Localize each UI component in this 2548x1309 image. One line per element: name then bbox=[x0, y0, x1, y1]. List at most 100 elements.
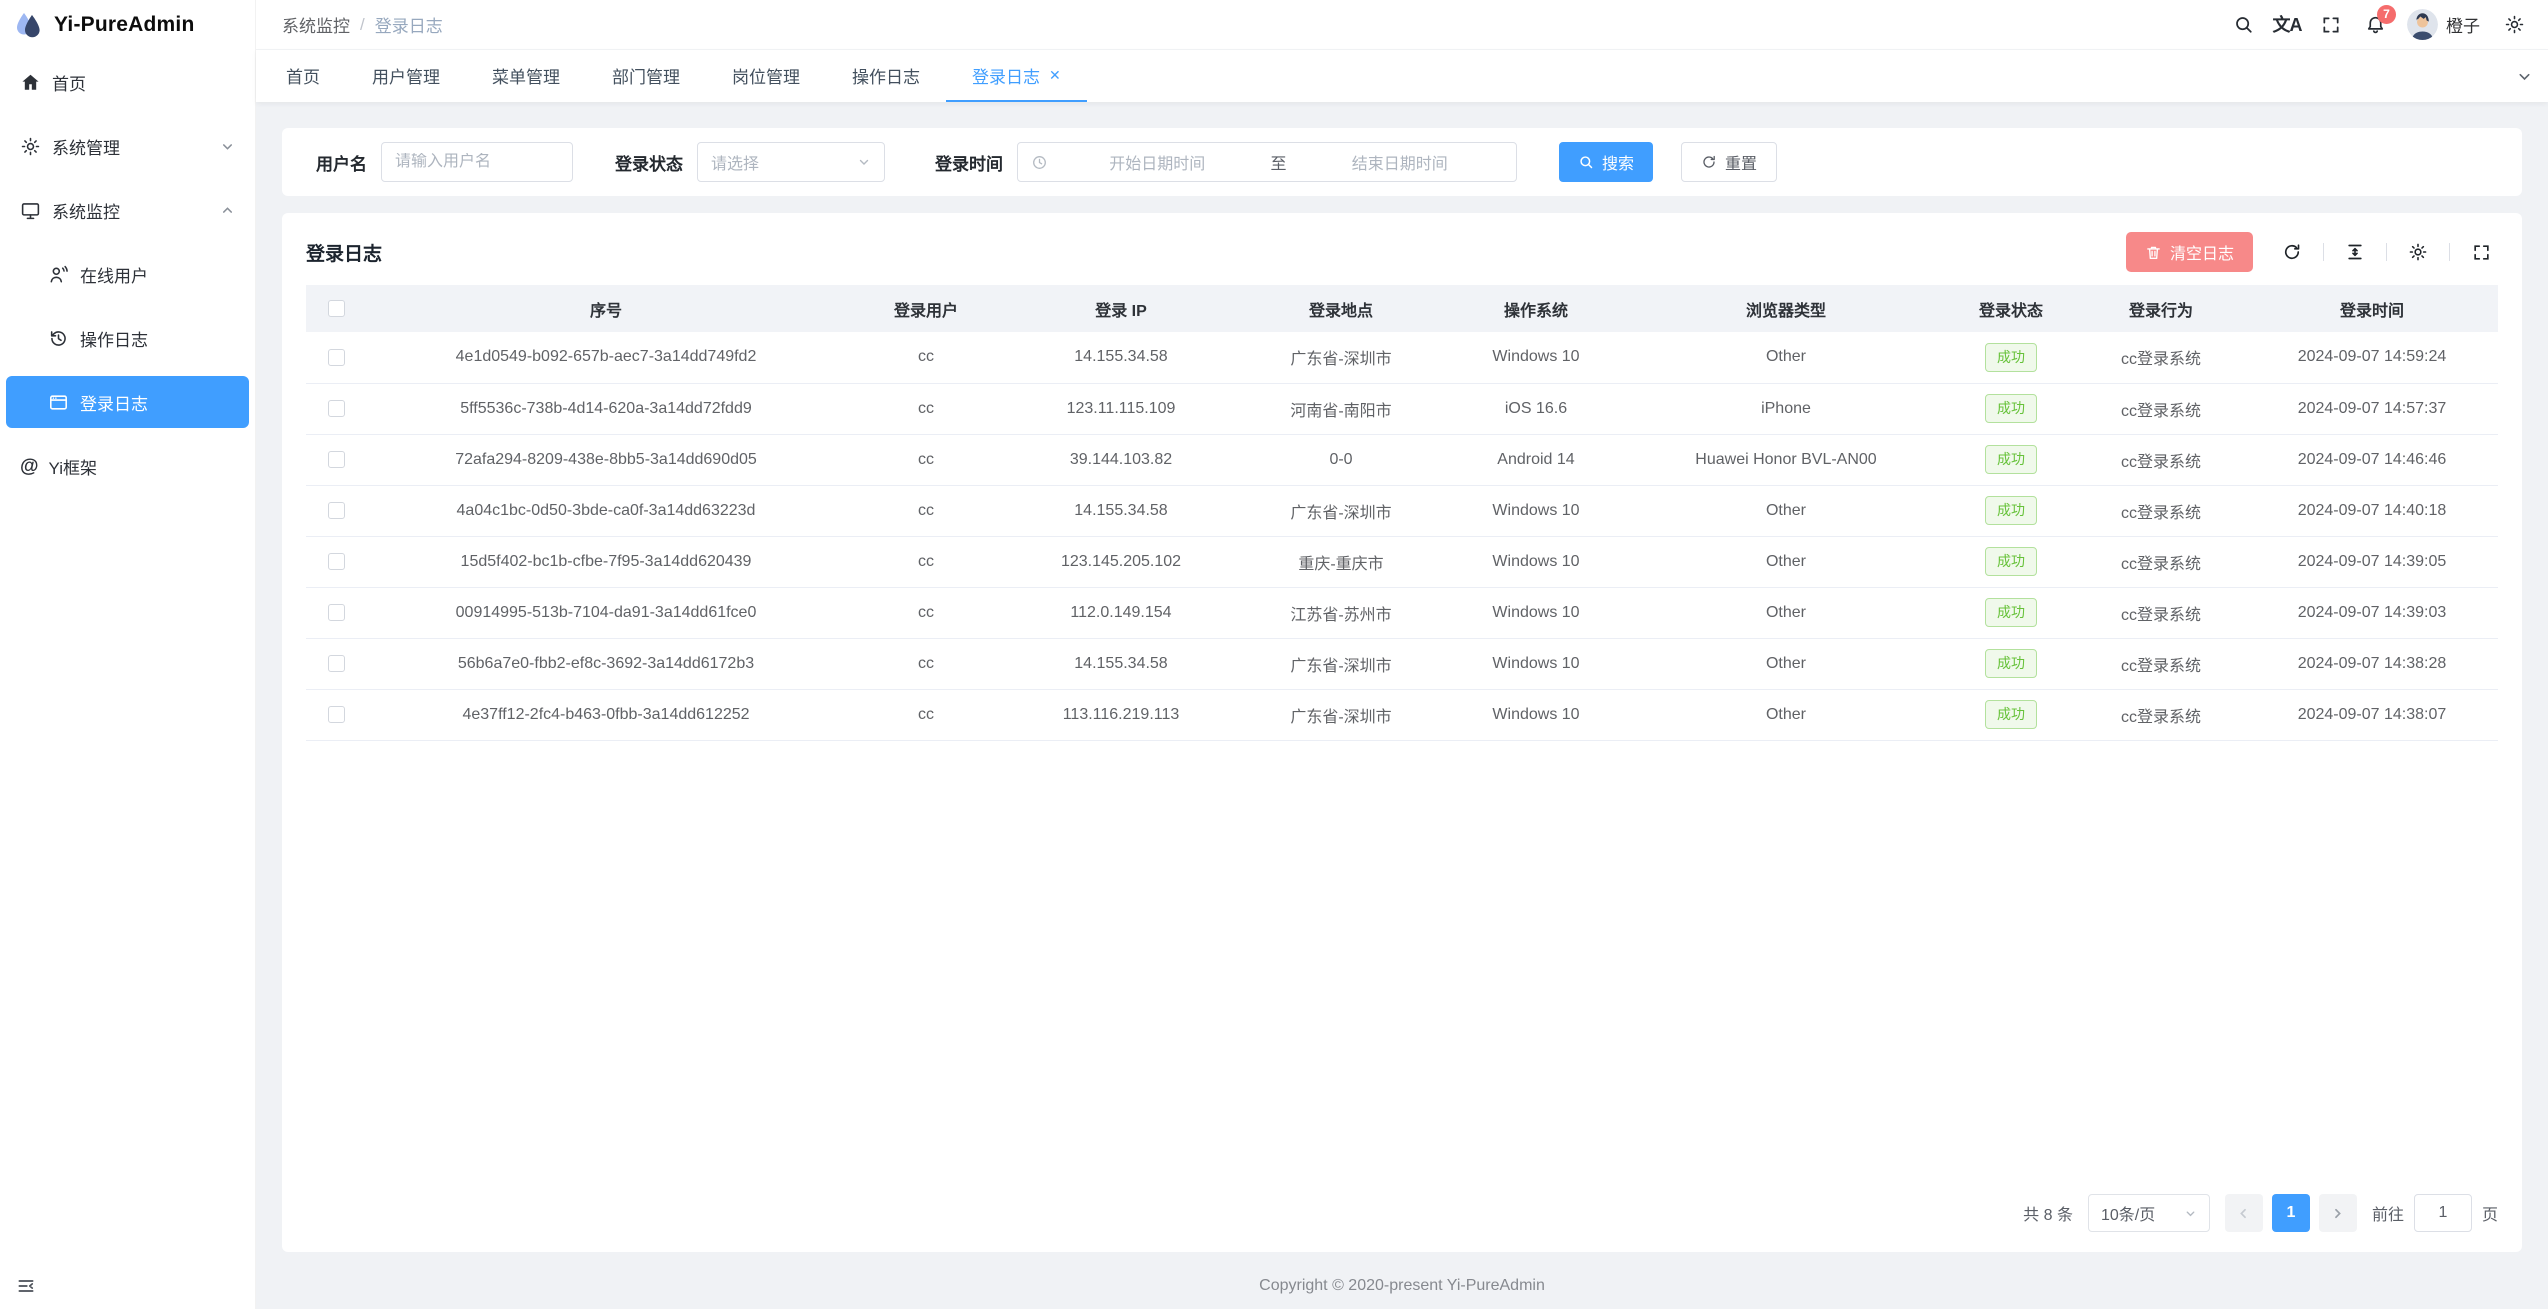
clear-log-button[interactable]: 清空日志 bbox=[2126, 232, 2253, 272]
date-range-separator: 至 bbox=[1267, 150, 1291, 174]
tab-user-management[interactable]: 用户管理 bbox=[346, 50, 466, 102]
tab-dept-management[interactable]: 部门管理 bbox=[586, 50, 706, 102]
col-header-id: 序号 bbox=[366, 285, 846, 332]
navbar: 系统监控 / 登录日志 文A 7 橙子 bbox=[256, 0, 2548, 50]
page-size-select[interactable]: 10条/页 bbox=[2088, 1194, 2210, 1232]
tab-close-icon[interactable]: ✕ bbox=[1049, 68, 1061, 82]
monitor-icon bbox=[20, 200, 41, 221]
trash-icon bbox=[2145, 244, 2162, 261]
sidebar-item-operation-log[interactable]: 操作日志 bbox=[6, 312, 249, 364]
sidebar: Yi-PureAdmin 首页 系统管理 系统监控 bbox=[0, 0, 256, 1309]
fullscreen-icon[interactable] bbox=[2309, 0, 2353, 50]
col-header-status: 登录状态 bbox=[1946, 285, 2076, 332]
card-title: 登录日志 bbox=[306, 239, 382, 266]
login-status-select[interactable]: 请选择 bbox=[697, 142, 885, 182]
reset-button[interactable]: 重置 bbox=[1681, 142, 1777, 182]
search-button[interactable]: 搜索 bbox=[1559, 142, 1653, 182]
table-row: 4e1d0549-b092-657b-aec7-3a14dd749fd2 cc … bbox=[306, 332, 2498, 383]
tab-menu-management[interactable]: 菜单管理 bbox=[466, 50, 586, 102]
sidebar-item-online-users[interactable]: 在线用户 bbox=[6, 248, 249, 300]
table-row: 5ff5536c-738b-4d14-620a-3a14dd72fdd9 cc … bbox=[306, 383, 2498, 434]
sidebar-item-home[interactable]: 首页 bbox=[6, 56, 249, 108]
col-header-location: 登录地点 bbox=[1236, 285, 1446, 332]
tabs-dropdown-chevron-icon[interactable] bbox=[2500, 50, 2548, 102]
sidebar-item-yi-framework[interactable]: @ Yi框架 bbox=[6, 440, 249, 492]
username-input[interactable] bbox=[395, 153, 559, 171]
translate-icon[interactable]: 文A bbox=[2265, 0, 2309, 50]
status-badge: 成功 bbox=[1985, 343, 2037, 372]
status-badge: 成功 bbox=[1985, 496, 2037, 525]
start-date-input[interactable]: 开始日期时间 bbox=[1054, 150, 1261, 174]
main-area: 系统监控 / 登录日志 文A 7 橙子 首页 bbox=[256, 0, 2548, 1309]
sidebar-item-login-log[interactable]: 登录日志 bbox=[6, 376, 249, 428]
row-checkbox[interactable] bbox=[328, 604, 345, 621]
refresh-icon bbox=[1701, 154, 1717, 170]
status-badge: 成功 bbox=[1985, 649, 2037, 678]
sidebar-item-system-management[interactable]: 系统管理 bbox=[6, 120, 249, 172]
tab-home[interactable]: 首页 bbox=[260, 50, 346, 102]
toolbar-divider bbox=[2323, 243, 2324, 261]
settings-gear-icon[interactable] bbox=[2492, 0, 2536, 50]
app-title: Yi-PureAdmin bbox=[54, 13, 194, 37]
col-header-time: 登录时间 bbox=[2246, 285, 2498, 332]
login-time-label: 登录时间 bbox=[935, 150, 1003, 175]
chevron-down-icon bbox=[857, 155, 871, 169]
login-time-range-picker[interactable]: 开始日期时间 至 结束日期时间 bbox=[1017, 142, 1517, 182]
login-log-card: 登录日志 清空日志 bbox=[282, 213, 2522, 1252]
search-form-card: 用户名 登录状态 请选择 登录时间 开始日期时间 至 结束日期时间 bbox=[282, 128, 2522, 196]
col-header-behavior: 登录行为 bbox=[2076, 285, 2246, 332]
user-name[interactable]: 橙子 bbox=[2446, 12, 2480, 37]
tabs-bar: 首页 用户管理 菜单管理 部门管理 岗位管理 操作日志 登录日志 ✕ bbox=[256, 50, 2548, 102]
refresh-icon[interactable] bbox=[2275, 235, 2309, 269]
col-header-user: 登录用户 bbox=[846, 285, 1006, 332]
page-suffix: 页 bbox=[2482, 1201, 2498, 1225]
row-checkbox[interactable] bbox=[328, 349, 345, 366]
status-badge: 成功 bbox=[1985, 700, 2037, 729]
notification-bell-icon[interactable]: 7 bbox=[2353, 0, 2397, 50]
sidebar-collapse-button[interactable] bbox=[0, 1263, 255, 1309]
search-icon[interactable] bbox=[2221, 0, 2265, 50]
gear-icon bbox=[20, 136, 41, 157]
table-row: 4e37ff12-2fc4-b463-0fbb-3a14dd612252 cc … bbox=[306, 689, 2498, 740]
breadcrumb-item-monitor[interactable]: 系统监控 bbox=[282, 12, 350, 37]
status-badge: 成功 bbox=[1985, 445, 2037, 474]
column-settings-gear-icon[interactable] bbox=[2401, 235, 2435, 269]
breadcrumb: 系统监控 / 登录日志 bbox=[282, 12, 443, 37]
tab-operation-log[interactable]: 操作日志 bbox=[826, 50, 946, 102]
sidebar-item-system-monitor[interactable]: 系统监控 bbox=[6, 184, 249, 236]
table-row: 56b6a7e0-fbb2-ef8c-3692-3a14dd6172b3 cc … bbox=[306, 638, 2498, 689]
chevron-down-icon bbox=[220, 139, 235, 154]
end-date-input[interactable]: 结束日期时间 bbox=[1297, 150, 1504, 174]
chevron-up-icon bbox=[220, 203, 235, 218]
table-row: 00914995-513b-7104-da91-3a14dd61fce0 cc … bbox=[306, 587, 2498, 638]
row-checkbox[interactable] bbox=[328, 655, 345, 672]
row-checkbox[interactable] bbox=[328, 706, 345, 723]
breadcrumb-separator: / bbox=[360, 15, 365, 35]
breadcrumb-item-login-log: 登录日志 bbox=[375, 12, 443, 37]
row-checkbox[interactable] bbox=[328, 451, 345, 468]
density-icon[interactable] bbox=[2338, 235, 2372, 269]
login-log-table: 序号 登录用户 登录 IP 登录地点 操作系统 浏览器类型 登录状态 登录行为 … bbox=[306, 285, 2498, 741]
username-input-box bbox=[381, 142, 573, 182]
toolbar-divider bbox=[2449, 243, 2450, 261]
login-status-label: 登录状态 bbox=[615, 150, 683, 175]
navbar-actions: 文A 7 橙子 bbox=[2221, 0, 2536, 50]
next-page-button[interactable] bbox=[2319, 1194, 2357, 1232]
goto-label: 前往 bbox=[2372, 1201, 2404, 1225]
row-checkbox[interactable] bbox=[328, 400, 345, 417]
row-checkbox[interactable] bbox=[328, 553, 345, 570]
table-fullscreen-icon[interactable] bbox=[2464, 235, 2498, 269]
page-number-1[interactable]: 1 bbox=[2272, 1194, 2310, 1232]
app-logo[interactable]: Yi-PureAdmin bbox=[0, 0, 255, 50]
select-all-checkbox[interactable] bbox=[328, 300, 345, 317]
table-empty-space bbox=[306, 741, 2498, 1195]
prev-page-button[interactable] bbox=[2225, 1194, 2263, 1232]
row-checkbox[interactable] bbox=[328, 502, 345, 519]
tab-post-management[interactable]: 岗位管理 bbox=[706, 50, 826, 102]
table-row: 72afa294-8209-438e-8bb5-3a14dd690d05 cc … bbox=[306, 434, 2498, 485]
avatar[interactable] bbox=[2407, 9, 2438, 40]
tab-login-log[interactable]: 登录日志 ✕ bbox=[946, 50, 1087, 102]
goto-page-input[interactable] bbox=[2414, 1194, 2472, 1232]
col-header-browser: 浏览器类型 bbox=[1626, 285, 1946, 332]
notification-badge: 7 bbox=[2377, 5, 2396, 24]
